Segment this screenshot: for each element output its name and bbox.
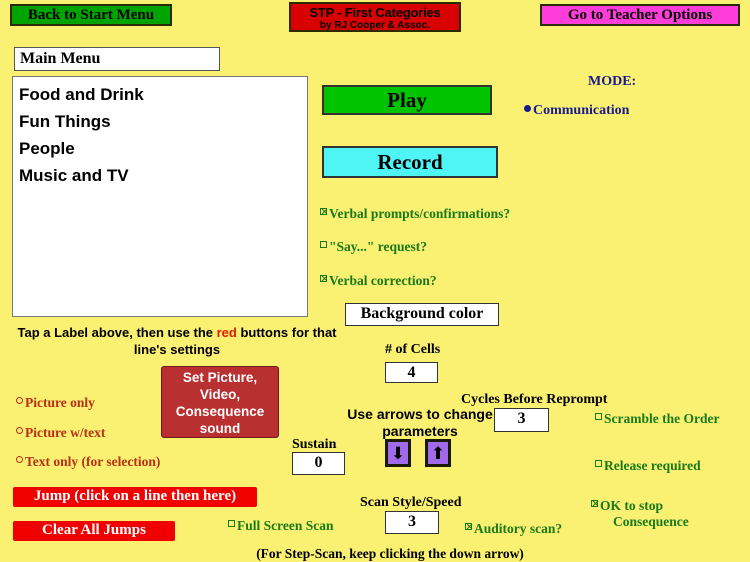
checkbox-checked-icon — [465, 523, 472, 530]
auditory-scan-label: Auditory scan? — [474, 521, 563, 536]
auditory-scan-checkbox[interactable]: Auditory scan? — [465, 521, 562, 537]
verbal-correction-checkbox[interactable]: Verbal correction? — [320, 273, 437, 289]
record-button[interactable]: Record — [322, 146, 498, 178]
sustain-label: Sustain — [292, 437, 337, 452]
picture-with-text-label: Picture w/text — [25, 425, 106, 440]
cells-value-field[interactable]: 4 — [385, 362, 438, 383]
app-title-line1: STP - First Categories — [309, 5, 441, 20]
step-scan-note: (For Step-Scan, keep clicking the down a… — [256, 546, 524, 561]
text-only-radio[interactable]: Text only (for selection) — [16, 454, 160, 470]
checkbox-unchecked-icon — [595, 460, 602, 467]
scramble-order-checkbox[interactable]: Scramble the Order — [595, 411, 719, 427]
cycles-value-field[interactable]: 3 — [494, 408, 549, 432]
list-item[interactable]: People — [19, 135, 307, 162]
verbal-prompts-label: Verbal prompts/confirmations? — [329, 206, 511, 221]
checkbox-checked-icon — [320, 275, 327, 282]
arrow-up-icon: ⬆ — [430, 443, 446, 463]
release-required-checkbox[interactable]: Release required — [595, 458, 701, 474]
tap-instruction-text: Tap a Label above, then use the red butt… — [12, 324, 342, 358]
set-picture-video-consequence-button[interactable]: Set Picture, Video, Consequence sound — [161, 366, 279, 438]
say-request-label: "Say..." request? — [329, 239, 428, 254]
clear-all-jumps-button[interactable]: Clear All Jumps — [13, 521, 175, 541]
checkbox-unchecked-icon — [228, 520, 235, 527]
jump-button[interactable]: Jump (click on a line then here) — [13, 487, 257, 507]
checkbox-unchecked-icon — [320, 241, 327, 248]
picture-with-text-radio[interactable]: Picture w/text — [16, 425, 105, 441]
scramble-order-label: Scramble the Order — [604, 411, 720, 426]
background-color-button[interactable]: Background color — [345, 303, 499, 326]
app-title-banner: STP - First Categories by RJ Cooper & As… — [289, 2, 461, 32]
back-to-start-menu-button[interactable]: Back to Start Menu — [10, 4, 172, 26]
verbal-correction-label: Verbal correction? — [329, 273, 437, 288]
checkbox-unchecked-icon — [595, 413, 602, 420]
arrow-down-icon: ⬇ — [390, 443, 406, 463]
go-to-teacher-options-button[interactable]: Go to Teacher Options — [540, 4, 740, 26]
picture-only-radio[interactable]: Picture only — [16, 395, 95, 411]
list-item[interactable]: Fun Things — [19, 108, 307, 135]
label-list[interactable]: Food and Drink Fun Things People Music a… — [12, 76, 308, 317]
app-title-line2: by RJ Cooper & Assoc. — [319, 20, 431, 31]
tap-instruction-prefix: Tap a Label above, then use the — [17, 325, 217, 340]
mode-communication-label: Communication — [533, 103, 630, 118]
full-screen-scan-checkbox[interactable]: Full Screen Scan — [228, 518, 334, 534]
checkbox-checked-icon — [591, 500, 598, 507]
text-only-label: Text only (for selection) — [25, 454, 161, 469]
menu-name-input[interactable]: Main Menu — [14, 47, 220, 71]
arrow-down-button[interactable]: ⬇ — [385, 439, 411, 467]
ok-to-stop-label: OK to stop — [600, 498, 664, 513]
tap-instruction-highlight: red — [216, 325, 237, 340]
verbal-prompts-checkbox[interactable]: Verbal prompts/confirmations? — [320, 206, 510, 222]
mode-title: MODE: — [588, 74, 637, 89]
scan-style-speed-field[interactable]: 3 — [385, 511, 439, 534]
scan-style-speed-label: Scan Style/Speed — [360, 495, 462, 510]
mode-communication-radio[interactable]: Communication — [524, 103, 629, 119]
release-required-label: Release required — [604, 458, 701, 473]
radio-unchecked-icon — [16, 456, 23, 463]
arrow-up-button[interactable]: ⬆ — [425, 439, 451, 467]
ok-to-stop-label-line2: Consequence — [613, 514, 689, 529]
play-button[interactable]: Play — [322, 85, 492, 115]
sustain-value-field[interactable]: 0 — [292, 452, 345, 475]
list-item[interactable]: Food and Drink — [19, 81, 307, 108]
checkbox-checked-icon — [320, 208, 327, 215]
radio-unchecked-icon — [16, 427, 23, 434]
radio-marker-filled-icon — [524, 105, 531, 112]
ok-to-stop-consequence-checkbox[interactable]: OK to stop Consequence — [591, 498, 741, 530]
radio-unchecked-icon — [16, 397, 23, 404]
picture-only-label: Picture only — [25, 395, 95, 410]
list-item[interactable]: Music and TV — [19, 162, 307, 189]
full-screen-scan-label: Full Screen Scan — [237, 518, 334, 533]
cells-label: # of Cells — [385, 342, 441, 357]
say-request-checkbox[interactable]: "Say..." request? — [320, 239, 427, 255]
use-arrows-instruction: Use arrows to change parameters — [347, 406, 493, 439]
